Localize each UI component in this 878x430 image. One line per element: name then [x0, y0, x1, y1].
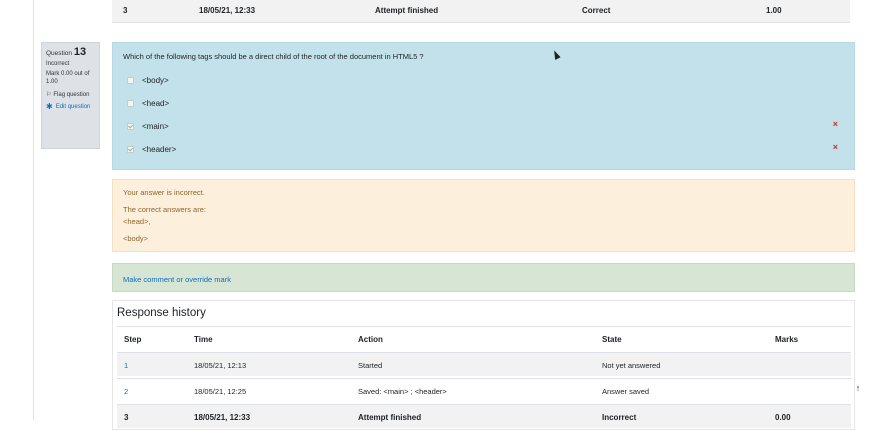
response-history: Response history Step Time Action State … [112, 300, 855, 430]
prev-state: Correct [582, 6, 611, 15]
option-checkbox[interactable] [127, 76, 134, 84]
edit-label: Edit question [55, 104, 91, 110]
flag-question-link[interactable]: ⚐ Flag question [46, 91, 95, 99]
prev-action: Attempt finished [375, 6, 439, 15]
row-time: 18/05/21, 12:25 [194, 387, 247, 396]
header-action: Action [358, 335, 383, 344]
step-link[interactable]: 1 [124, 361, 128, 370]
table-row: 2 18/05/21, 12:25 Saved: <main> ; <heade… [117, 378, 851, 402]
page-left-border [33, 0, 34, 420]
row-action: Attempt finished [358, 413, 422, 422]
header-marks: Marks [775, 335, 799, 344]
comment-box: Make comment or override mark [112, 263, 855, 292]
header-time: Time [194, 335, 213, 344]
feedback-correct-intro: The correct answers are: [123, 205, 206, 214]
feedback-incorrect: Your answer is incorrect. [123, 188, 205, 197]
option-checkbox[interactable] [127, 122, 134, 130]
history-header-row: Step Time Action State Marks [117, 326, 851, 350]
row-state: Not yet answered [602, 361, 661, 370]
header-state: State [602, 335, 622, 344]
comment-link[interactable]: Make comment or override mark [123, 275, 231, 284]
row-action: Saved: <main> ; <header> [358, 387, 447, 396]
question-text: Which of the following tags should be a … [123, 52, 424, 61]
row-action: Started [358, 361, 383, 370]
feedback-answer-2: <body> [123, 234, 149, 243]
row-time: 18/05/21, 12:33 [194, 413, 251, 422]
option-header[interactable]: <header> [127, 143, 176, 155]
flag-icon: ⚐ [46, 92, 52, 98]
gear-icon: ✱ [46, 102, 53, 111]
row-state: Answer saved [602, 387, 650, 396]
option-checkbox[interactable] [127, 145, 134, 153]
option-main[interactable]: <main> [127, 120, 169, 132]
feedback-answer-1: <head>, [123, 217, 151, 226]
history-title: Response history [117, 307, 206, 319]
prev-time: 18/05/21, 12:33 [199, 6, 256, 15]
edit-question-link[interactable]: ✱ Edit question [46, 103, 95, 111]
question-number: Question 13 [46, 46, 95, 58]
option-label: <header> [142, 144, 177, 154]
option-label: <main> [142, 121, 169, 131]
option-head[interactable]: <head> [127, 97, 169, 109]
header-step: Step [124, 335, 142, 344]
row-state: Incorrect [602, 413, 637, 422]
prev-marks: 1.00 [766, 6, 782, 15]
row-marks: 0.00 [775, 413, 791, 422]
question-formulation: Which of the following tags should be a … [112, 42, 855, 170]
table-row: 1 18/05/21, 12:13 Started Not yet answer… [117, 352, 851, 376]
option-checkbox[interactable] [127, 99, 134, 107]
option-label: <body> [142, 75, 169, 85]
row-step: 3 [124, 413, 129, 422]
option-body[interactable]: <body> [127, 74, 169, 86]
question-info: Question 13 Incorrect Mark 0.00 out of 1… [41, 42, 100, 149]
back-to-top-button[interactable]: ↑ [851, 381, 865, 395]
incorrect-icon: × [832, 142, 838, 152]
incorrect-icon: × [832, 119, 838, 129]
question-label: Question [46, 50, 73, 57]
row-time: 18/05/21, 12:13 [194, 361, 247, 370]
table-row: 3 18/05/21, 12:33 Attempt finished Incor… [117, 404, 851, 428]
question-mark: Mark 0.00 out of 1.00 [46, 71, 90, 85]
previous-history-last-row: 3 18/05/21, 12:33 Attempt finished Corre… [112, 0, 850, 23]
option-label: <head> [142, 98, 170, 108]
step-link[interactable]: 2 [124, 387, 128, 396]
prev-step: 3 [123, 6, 128, 15]
answer-feedback: Your answer is incorrect. The correct an… [112, 179, 855, 252]
question-number-value: 13 [73, 46, 87, 58]
question-status: Incorrect [46, 61, 70, 67]
flag-label: Flag question [53, 92, 90, 98]
